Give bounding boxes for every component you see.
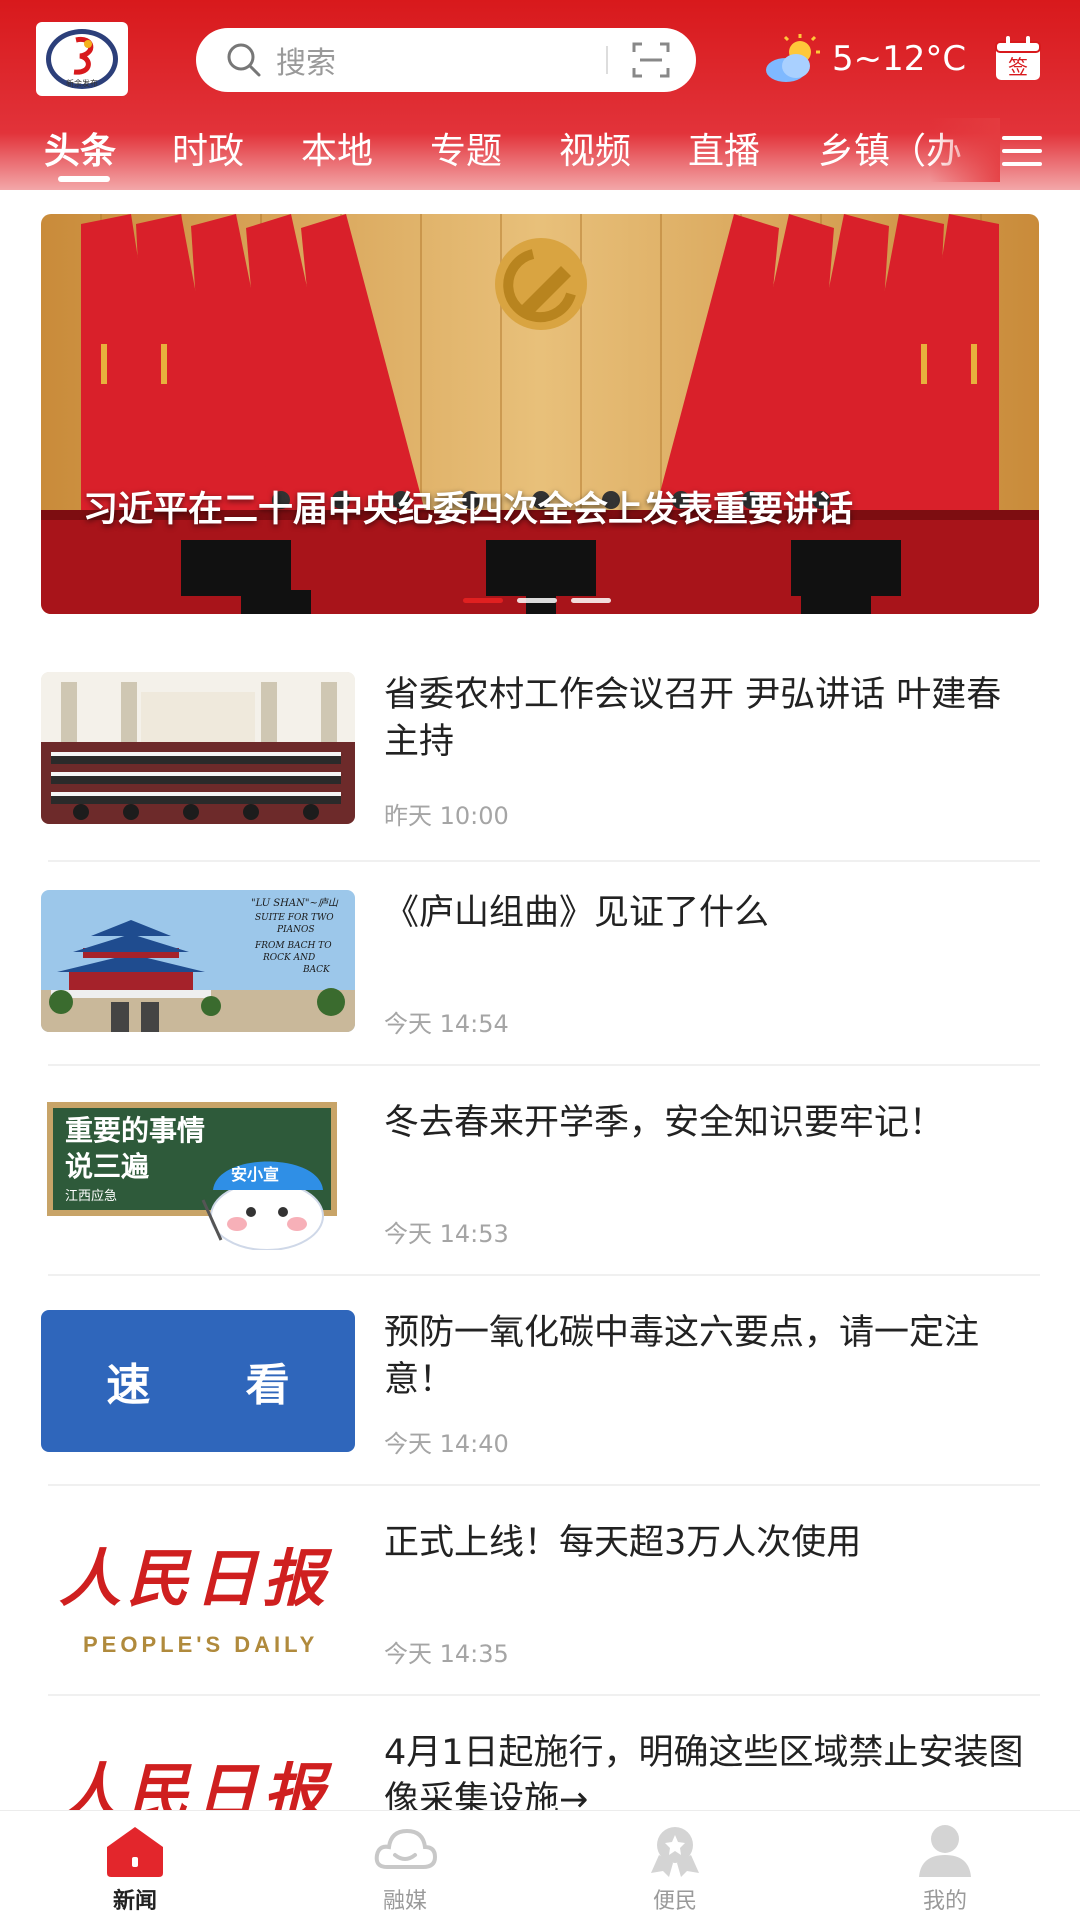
news-title: 《庐山组曲》见证了什么 (384, 893, 770, 933)
news-time: 今天 14:35 (384, 1640, 509, 1668)
menu-icon[interactable] (1000, 132, 1044, 170)
logo-text-en: PEOPLE'S DAILY (83, 1632, 319, 1657)
tab-local[interactable]: 本地 (301, 124, 373, 180)
checkin-calendar-icon[interactable]: 签 (994, 36, 1042, 82)
news-time: 昨天 10:00 (384, 802, 509, 830)
news-title: 预防一氧化碳中毒这六要点，请一定注意！ (384, 1313, 980, 1400)
tab-politics[interactable]: 时政 (172, 124, 244, 180)
nav-label: 便民 (652, 1889, 697, 1914)
weather-widget[interactable]: 5~12°C (760, 32, 966, 86)
search-divider (606, 46, 608, 74)
tab-live[interactable]: 直播 (688, 124, 760, 180)
news-time: 今天 14:54 (384, 1010, 509, 1038)
nav-news[interactable]: 新闻 (55, 1811, 215, 1920)
tab-video[interactable]: 视频 (559, 124, 631, 180)
active-tab-indicator (58, 176, 110, 182)
news-item[interactable]: "LU SHAN"~庐山 SUITE FOR TWO PIANOS FROM B… (0, 890, 1080, 1100)
divider (48, 1064, 1040, 1066)
carousel-dot (517, 598, 557, 603)
news-title: 正式上线！每天超3万人次使用 (384, 1523, 862, 1563)
nav-profile[interactable]: 我的 (865, 1811, 1025, 1920)
svg-text:江西应急: 江西应急 (65, 1188, 117, 1204)
svg-text:新余发布: 新余发布 (66, 78, 98, 88)
nav-label: 我的 (922, 1889, 967, 1914)
app-logo-icon: 新余发布 (46, 29, 118, 89)
divider (48, 1484, 1040, 1486)
nav-label: 新闻 (112, 1889, 157, 1914)
banner-image (41, 214, 1039, 614)
news-thumbnail (41, 672, 355, 824)
tab-topics[interactable]: 专题 (430, 124, 502, 180)
news-item[interactable]: 省委农村工作会议召开 尹弘讲话 叶建春主持 昨天 10:00 (0, 672, 1080, 882)
bottom-navigation: 新闻 融媒 便民 我的 (0, 1810, 1080, 1920)
news-title: 冬去春来开学季，安全知识要牢记！ (384, 1103, 945, 1143)
scan-icon[interactable] (632, 42, 670, 78)
divider (48, 860, 1040, 862)
news-title: 省委农村工作会议召开 尹弘讲话 叶建春主持 (384, 675, 1002, 762)
svg-text:PIANOS: PIANOS (276, 925, 315, 935)
news-thumbnail: 速 看 (41, 1310, 355, 1452)
headline-banner[interactable]: 习近平在二十届中央纪委四次全会上发表重要讲话 (41, 214, 1039, 614)
search-placeholder: 搜索 (276, 46, 336, 81)
peoples-daily-logo: 人民日报 PEOPLE'S DAILY (41, 1520, 355, 1672)
tab-fade (930, 118, 1000, 182)
carousel-dot (463, 598, 503, 603)
news-item[interactable]: 速 看 预防一氧化碳中毒这六要点，请一定注意！ 今天 14:40 (0, 1310, 1080, 1520)
tab-headlines[interactable]: 头条 (44, 124, 116, 180)
svg-text:签: 签 (1008, 55, 1028, 79)
partly-cloudy-icon (766, 34, 820, 82)
nav-media[interactable]: 融媒 (325, 1811, 485, 1920)
news-thumbnail: "LU SHAN"~庐山 SUITE FOR TWO PIANOS FROM B… (41, 890, 355, 1032)
search-bar[interactable]: 搜索 (196, 28, 696, 92)
svg-text:安小宣: 安小宣 (231, 1165, 279, 1184)
news-thumbnail: 重要的事情 说三遍 江西应急 安小宣 (41, 1100, 355, 1250)
svg-text:ROCK AND: ROCK AND (262, 953, 315, 963)
divider (48, 1274, 1040, 1276)
svg-text:"LU SHAN"~庐山: "LU SHAN"~庐山 (251, 897, 339, 909)
search-icon (227, 43, 261, 77)
divider (48, 1694, 1040, 1696)
news-home-icon (107, 1827, 163, 1877)
news-item[interactable]: 重要的事情 说三遍 江西应急 安小宣 冬去春来开学季，安全知识要牢记！ 今天 1… (0, 1100, 1080, 1310)
temple-of-heaven-image: "LU SHAN"~庐山 SUITE FOR TWO PIANOS FROM B… (41, 890, 355, 1032)
service-badge-icon (651, 1827, 699, 1877)
user-icon (919, 1825, 971, 1877)
safety-cartoon-image: 重要的事情 说三遍 江西应急 安小宣 (41, 1100, 355, 1250)
app-header: 新余发布 搜索 5~12°C 签 头条 时政 本地 专题 视频 直播 乡镇（办 (0, 0, 1080, 190)
meeting-hall-image (41, 672, 355, 824)
svg-text:SUITE FOR TWO: SUITE FOR TWO (255, 913, 334, 923)
nav-label: 融媒 (382, 1889, 427, 1914)
news-item[interactable]: 人民日报 PEOPLE'S DAILY 正式上线！每天超3万人次使用 今天 14… (0, 1520, 1080, 1730)
news-time: 今天 14:40 (384, 1430, 509, 1458)
carousel-indicator (463, 598, 611, 603)
banner-title: 习近平在二十届中央纪委四次全会上发表重要讲话 (83, 490, 854, 530)
logo-text-cn: 人民日报 (59, 1542, 332, 1615)
category-tabs: 头条 时政 本地 专题 视频 直播 乡镇（办 (0, 124, 1080, 184)
svg-text:BACK: BACK (302, 965, 331, 975)
thumbnail-caption: 速 看 (41, 1310, 355, 1452)
nav-services[interactable]: 便民 (595, 1811, 755, 1920)
app-logo[interactable]: 新余发布 (36, 22, 128, 96)
svg-text:说三遍: 说三遍 (65, 1150, 149, 1183)
svg-text:重要的事情: 重要的事情 (65, 1114, 205, 1147)
carousel-dot (571, 598, 611, 603)
svg-text:FROM BACH TO: FROM BACH TO (254, 941, 332, 951)
news-time: 今天 14:53 (384, 1220, 509, 1248)
news-thumbnail: 人民日报 PEOPLE'S DAILY (41, 1520, 355, 1672)
cloud-icon (374, 1828, 437, 1869)
weather-temperature: 5~12°C (832, 39, 967, 79)
